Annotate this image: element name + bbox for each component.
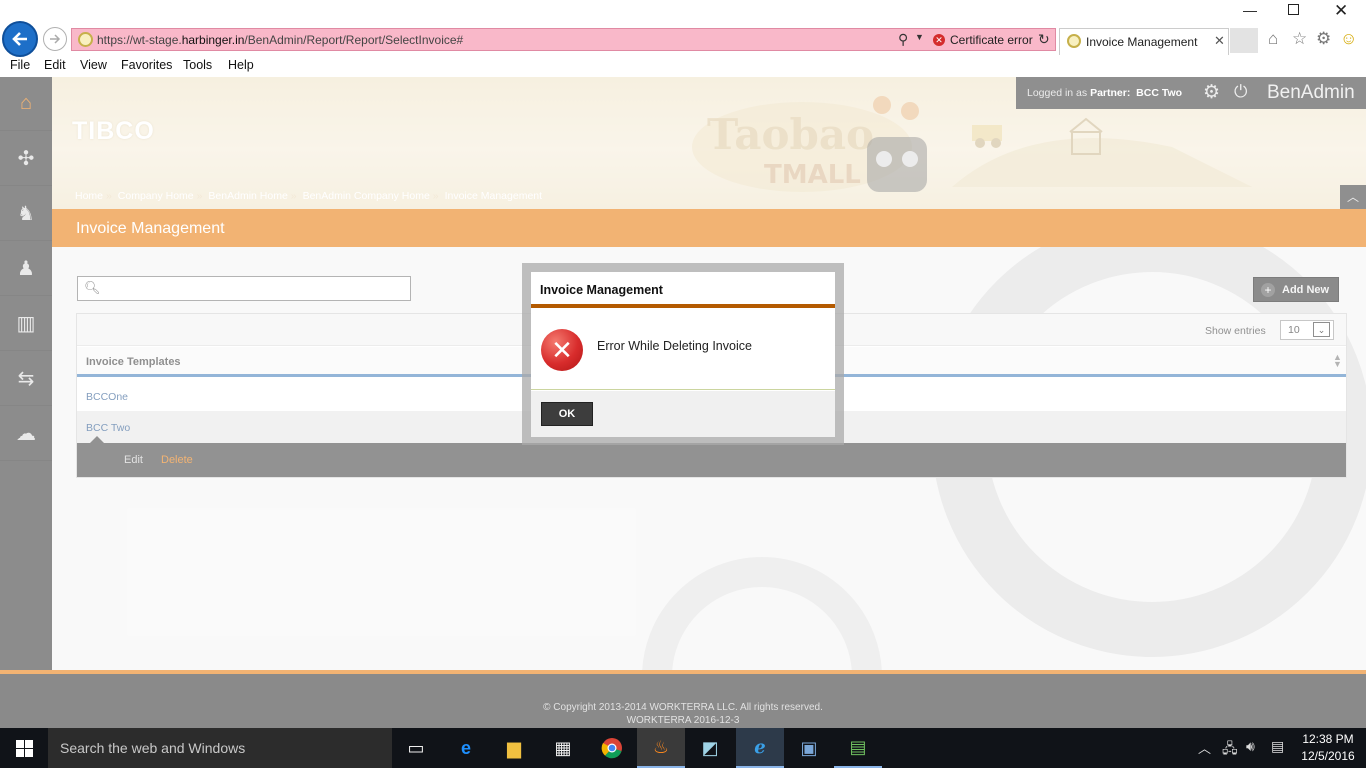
tab-label: Invoice Management <box>1086 35 1198 49</box>
tab-close-icon[interactable]: ✕ <box>1214 33 1225 49</box>
action-center-icon[interactable]: ▤ <box>1271 738 1284 755</box>
task-view-icon[interactable]: ▭ <box>392 728 440 768</box>
close-window-button[interactable]: ✕ <box>1334 1 1348 21</box>
menu-file[interactable]: File <box>10 58 30 72</box>
internet-explorer-icon[interactable]: ℯ <box>736 728 784 768</box>
spreadsheet-app-icon[interactable]: ▤ <box>834 728 882 768</box>
chrome-logo <box>601 738 622 759</box>
dropdown-arrow-icon[interactable]: ▼ <box>915 32 924 42</box>
minimize-window-button[interactable]: — <box>1243 2 1257 18</box>
settings-gear-icon[interactable]: ⚙ <box>1316 29 1331 49</box>
address-bar[interactable]: https://wt-stage.harbinger.in/BenAdmin/R… <box>71 28 1056 51</box>
favorites-star-icon[interactable]: ☆ <box>1292 29 1307 49</box>
menu-edit[interactable]: Edit <box>44 58 66 72</box>
tab-favicon-icon <box>1067 34 1081 48</box>
menu-view[interactable]: View <box>80 58 107 72</box>
site-icon <box>78 32 93 47</box>
error-icon: ✕ <box>541 329 583 371</box>
back-arrow-icon <box>12 32 27 46</box>
network-icon[interactable]: 🖧︎ <box>1222 738 1238 762</box>
menu-tools[interactable]: Tools <box>183 58 212 72</box>
file-explorer-icon[interactable]: ▆ <box>490 728 538 768</box>
taskbar-search-box[interactable]: Search the web and Windows <box>48 728 392 768</box>
search-icon[interactable]: ⚲ <box>898 31 908 48</box>
edge-browser-icon[interactable]: e <box>442 728 490 768</box>
error-dialog: Invoice Management ✕ Error While Deletin… <box>531 272 835 437</box>
smiley-feedback-icon[interactable]: ☺ <box>1340 29 1357 49</box>
store-icon[interactable]: ▦ <box>539 728 587 768</box>
windows-taskbar: Search the web and Windows ▭ e ▆ ▦ ♨ ◩ ℯ… <box>0 728 1366 768</box>
certificate-error-icon[interactable]: ✕ <box>933 34 945 46</box>
dialog-footer: OK <box>531 391 835 437</box>
taskbar-search-placeholder: Search the web and Windows <box>60 740 246 756</box>
windows-logo-icon <box>15 739 33 757</box>
address-url[interactable]: https://wt-stage.harbinger.in/BenAdmin/R… <box>97 33 463 47</box>
new-tab-button[interactable] <box>1230 28 1258 53</box>
start-button[interactable] <box>0 728 48 768</box>
show-hidden-icons-icon[interactable]: ︿ <box>1198 738 1211 757</box>
clock-time[interactable]: 12:38 PM <box>1299 732 1357 746</box>
dialog-body: ✕ Error While Deleting Invoice <box>531 310 835 390</box>
notes-app-icon[interactable]: ◩ <box>686 728 734 768</box>
menu-bar: File Edit View Favorites Tools Help <box>0 56 1366 76</box>
dialog-header: Invoice Management <box>531 272 835 308</box>
home-icon[interactable]: ⌂ <box>1268 29 1278 49</box>
back-button[interactable] <box>2 21 38 57</box>
chrome-icon[interactable] <box>588 728 636 768</box>
remote-desktop-icon[interactable]: ▣ <box>785 728 833 768</box>
clock-date[interactable]: 12/5/2016 <box>1299 749 1357 763</box>
ok-button[interactable]: OK <box>541 402 593 426</box>
menu-help[interactable]: Help <box>228 58 254 72</box>
restore-window-button[interactable] <box>1288 4 1299 15</box>
dialog-title: Invoice Management <box>540 283 663 297</box>
forward-arrow-icon <box>50 34 61 44</box>
certificate-error-label[interactable]: Certificate error <box>950 33 1033 47</box>
browser-chrome: https://wt-stage.harbinger.in/BenAdmin/R… <box>0 0 1366 77</box>
tab-invoice-management[interactable]: Invoice Management ✕ <box>1059 28 1229 55</box>
forward-button[interactable] <box>43 27 67 51</box>
volume-icon[interactable]: 🔊︎ <box>1246 738 1255 755</box>
menu-favorites[interactable]: Favorites <box>121 58 172 72</box>
refresh-icon[interactable]: ↻ <box>1038 31 1050 48</box>
firebase-app-icon[interactable]: ♨ <box>637 728 685 768</box>
error-message: Error While Deleting Invoice <box>597 339 752 353</box>
